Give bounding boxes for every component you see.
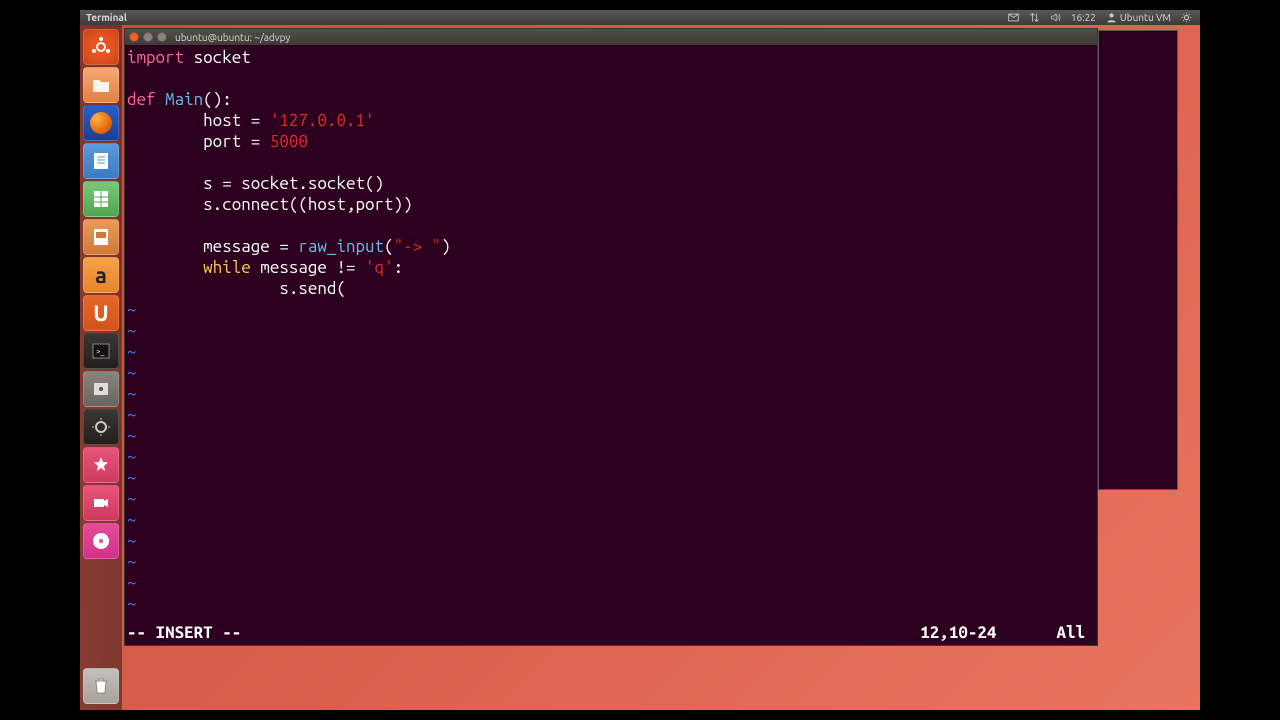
code-token: port = <box>127 132 270 151</box>
clock-label[interactable]: 16:22 <box>1071 12 1096 23</box>
code-token <box>127 258 203 277</box>
code-token: (): <box>203 90 232 109</box>
network-icon[interactable] <box>1029 12 1040 23</box>
empty-line-marker: ~ <box>127 510 137 529</box>
empty-line-marker: ~ <box>127 426 137 445</box>
terminal-icon[interactable]: >_ <box>83 333 119 369</box>
amazon-icon[interactable]: a <box>83 257 119 293</box>
code-token: ) <box>441 237 451 256</box>
code-token: import <box>127 48 184 67</box>
empty-line-marker: ~ <box>127 384 137 403</box>
code-token: socket <box>184 48 251 67</box>
maximize-button[interactable] <box>157 32 167 42</box>
code-token: s.connect((host,port)) <box>127 195 413 214</box>
mail-icon[interactable] <box>1008 12 1019 23</box>
recorder-icon[interactable] <box>83 485 119 521</box>
vim-mode: -- INSERT -- <box>127 622 241 643</box>
calc-icon[interactable] <box>83 181 119 217</box>
empty-line-marker: ~ <box>127 531 137 550</box>
empty-line-marker: ~ <box>127 489 137 508</box>
code-token: host = <box>127 111 270 130</box>
impress-icon[interactable] <box>83 219 119 255</box>
empty-line-marker: ~ <box>127 573 137 592</box>
background-window <box>1098 30 1178 490</box>
writer-icon[interactable] <box>83 143 119 179</box>
indicator-area: 16:22 Ubuntu VM <box>1008 12 1200 23</box>
empty-line-marker: ~ <box>127 342 137 361</box>
user-indicator[interactable]: Ubuntu VM <box>1106 12 1171 23</box>
code-token: def <box>127 90 156 109</box>
empty-line-marker: ~ <box>127 468 137 487</box>
code-token: : <box>394 258 404 277</box>
dvd-icon[interactable] <box>83 523 119 559</box>
gear-icon[interactable] <box>1181 12 1192 23</box>
code-token: raw_input <box>298 237 384 256</box>
empty-line-marker: ~ <box>127 321 137 340</box>
dash-icon[interactable] <box>83 29 119 65</box>
code-token: 'q' <box>365 258 394 277</box>
cursor-position: 12,10-24 <box>920 622 1056 643</box>
empty-line-marker: ~ <box>127 405 137 424</box>
cheese-icon[interactable] <box>83 447 119 483</box>
code-token: s.send( <box>127 279 346 298</box>
active-app-label: Terminal <box>80 12 127 23</box>
code-token: message != <box>251 258 365 277</box>
window-title: ubuntu@ubuntu: ~/advpy <box>175 32 290 43</box>
ubuntu-one-icon[interactable]: U <box>83 295 119 331</box>
code-token: 5000 <box>270 132 308 151</box>
system-icon[interactable] <box>83 409 119 445</box>
code-token: ( <box>384 237 394 256</box>
empty-line-marker: ~ <box>127 594 137 613</box>
code-token: message = <box>127 237 298 256</box>
empty-line-marker: ~ <box>127 300 137 319</box>
titlebar[interactable]: ubuntu@ubuntu: ~/advpy <box>125 29 1097 45</box>
code-token: '127.0.0.1' <box>270 111 375 130</box>
code-token: "-> " <box>394 237 442 256</box>
minimize-button[interactable] <box>143 32 153 42</box>
vim-status-line: -- INSERT -- 12,10-24 All <box>127 622 1095 643</box>
firefox-icon[interactable] <box>83 105 119 141</box>
top-panel: Terminal 16:22 Ubuntu VM <box>80 10 1200 25</box>
settings-icon[interactable] <box>83 371 119 407</box>
scroll-indicator: All <box>1056 622 1095 643</box>
volume-icon[interactable] <box>1050 12 1061 23</box>
files-icon[interactable] <box>83 67 119 103</box>
code-token: s = socket.socket() <box>127 174 384 193</box>
terminal-window: ubuntu@ubuntu: ~/advpy import socket def… <box>124 28 1098 646</box>
empty-line-marker: ~ <box>127 447 137 466</box>
empty-line-marker: ~ <box>127 552 137 571</box>
launcher: a U >_ <box>80 25 122 710</box>
svg-text:>_: >_ <box>96 347 105 356</box>
close-button[interactable] <box>129 32 139 42</box>
terminal-body[interactable]: import socket def Main(): host = '127.0.… <box>125 45 1097 645</box>
empty-line-marker: ~ <box>127 363 137 382</box>
trash-icon[interactable] <box>83 668 119 704</box>
code-token: Main <box>156 90 204 109</box>
code-token: while <box>203 258 251 277</box>
